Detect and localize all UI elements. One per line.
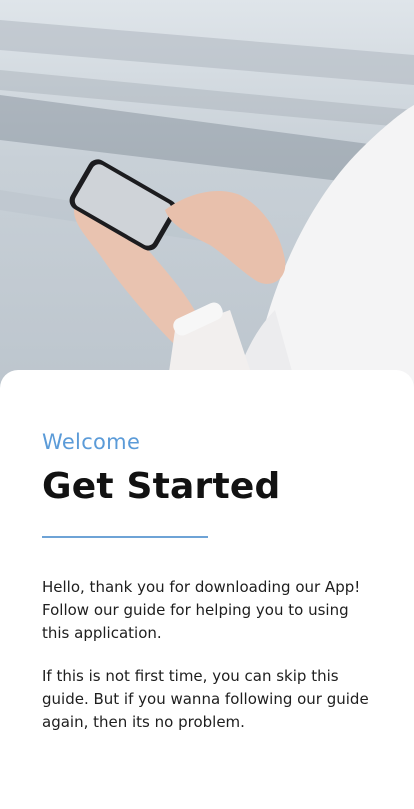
intro-paragraph: Hello, thank you for downloading our App… <box>42 578 361 642</box>
content-card: Welcome Get Started Hello, thank you for… <box>0 370 414 809</box>
welcome-subtitle: Welcome <box>42 430 141 454</box>
title-divider <box>42 536 208 538</box>
hero-photo-illustration <box>0 20 414 400</box>
onboarding-screen: Welcome Get Started Hello, thank you for… <box>0 0 414 809</box>
skip-info-paragraph: If this is not first time, you can skip … <box>42 667 369 731</box>
page-title: Get Started <box>42 466 281 507</box>
hero-image <box>0 0 414 400</box>
